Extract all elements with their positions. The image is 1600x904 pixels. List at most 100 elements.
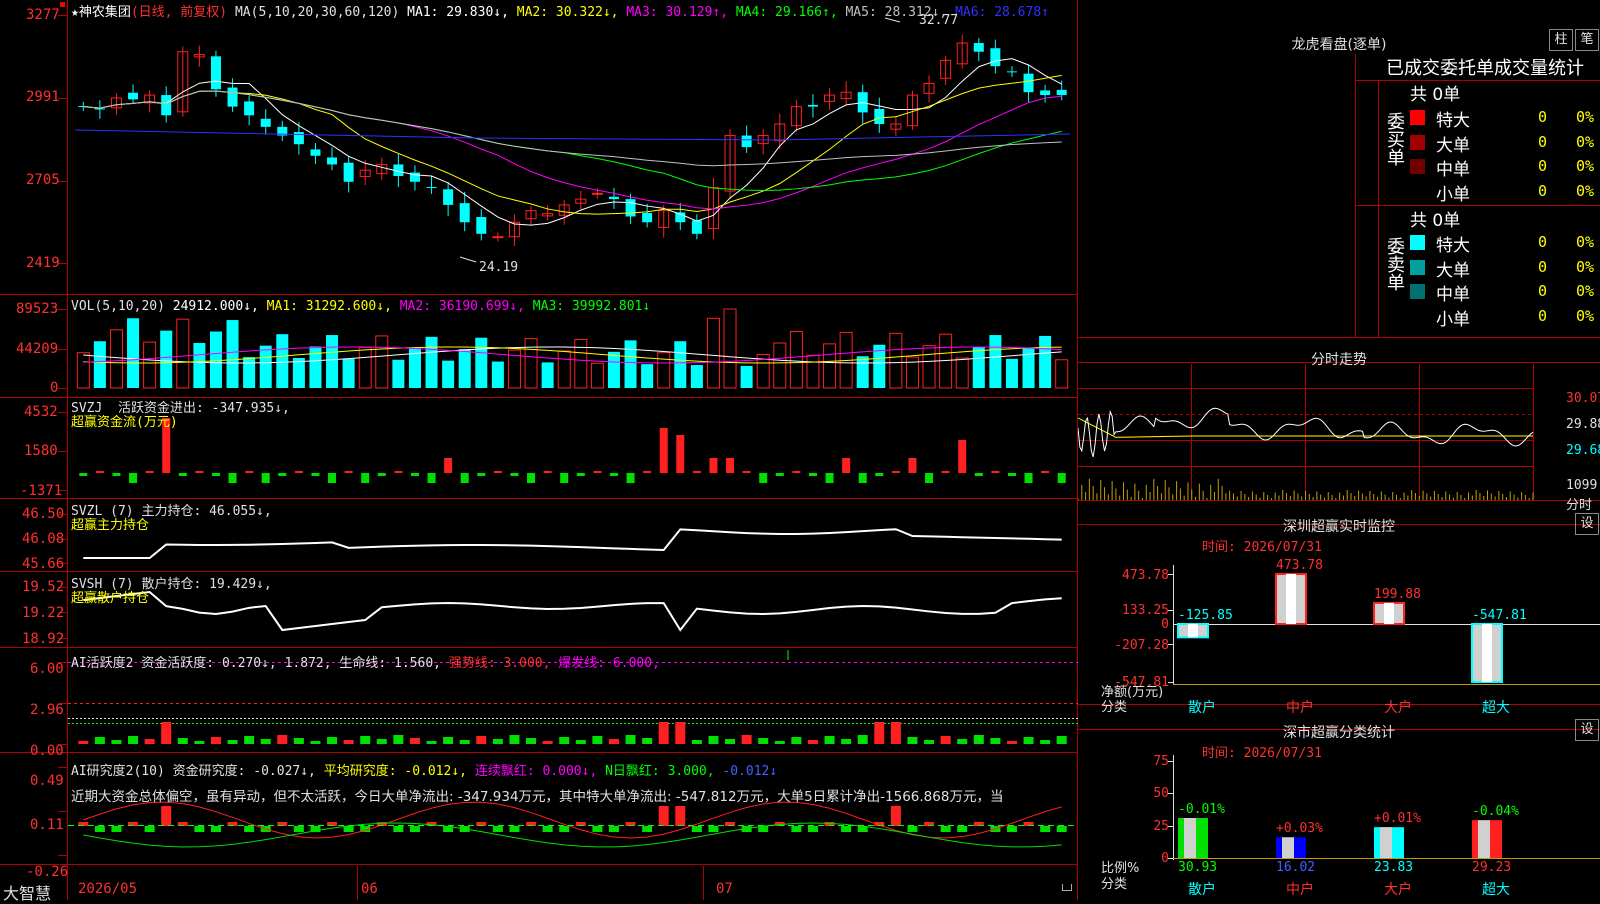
activity-bar	[940, 736, 951, 744]
activity-bar	[608, 739, 619, 744]
activity-bar	[807, 740, 818, 744]
activity-bar	[509, 735, 520, 744]
classify-bar-highlight	[1478, 820, 1490, 858]
buy-row-name: 小单	[1436, 184, 1470, 205]
volume-bar	[723, 308, 737, 389]
vol-ma1: MA1: 31292.600↓,	[266, 299, 392, 314]
flow-bar	[410, 473, 419, 476]
volume-bar	[458, 349, 471, 388]
lock-icon[interactable]	[1062, 884, 1072, 891]
volume-bar	[856, 356, 869, 388]
candle-body	[227, 87, 238, 107]
activity-bar	[575, 740, 586, 744]
monitor-bars	[1168, 565, 1600, 685]
candle-body	[293, 132, 304, 145]
research-bar	[393, 826, 404, 832]
activity-bar	[360, 736, 371, 744]
volume-bar	[143, 341, 157, 389]
ma-def: MA(5,10,20,30,60,120)	[234, 5, 400, 20]
flow-bar	[891, 471, 900, 473]
research-bar	[791, 826, 802, 832]
flow-bar	[211, 473, 220, 476]
app-logo[interactable]: 大智慧	[3, 880, 51, 904]
monitor-settings-button[interactable]: 设	[1575, 513, 1599, 535]
vol-ytick: 44209	[16, 341, 59, 357]
sell-row-count: 0	[1538, 282, 1548, 300]
ai2-comment: 近期大资金总体偏空，虽有异动，但不太活跃，今日大单净流出: -347.934万元…	[71, 789, 1004, 805]
ai1-ytick: 6.00	[30, 661, 64, 677]
classify-settings-button[interactable]: 设	[1575, 719, 1599, 741]
volume-bar	[326, 335, 339, 388]
sell-row-name: 中单	[1436, 285, 1470, 305]
candle-body	[1040, 90, 1051, 96]
buy-row-name: 特大	[1436, 111, 1470, 131]
research-bar	[841, 826, 852, 832]
activity-bar	[310, 741, 321, 744]
research-bar	[492, 826, 503, 832]
volume-bar	[491, 361, 504, 388]
volume-bar	[740, 365, 753, 388]
sell-swatch	[1410, 284, 1425, 299]
activity-bar	[128, 736, 139, 744]
research-bar	[675, 806, 686, 826]
intraday-vol-tick: 1099	[1566, 478, 1598, 493]
volume-bar	[641, 364, 654, 388]
activity-bar	[111, 740, 122, 744]
svsh-ytick: 19.22	[22, 605, 65, 621]
monitor-bar-highlight	[1384, 602, 1394, 624]
classify-ytick: 75	[1153, 754, 1169, 769]
classify-bars	[1168, 755, 1600, 860]
activity-bar	[210, 737, 221, 744]
candle-body	[625, 199, 636, 217]
volume-bar	[226, 320, 239, 388]
activity-bar	[890, 722, 901, 744]
ai2-ytick: -0.26	[26, 864, 69, 880]
ma4-value: MA4: 29.166↑,	[735, 5, 838, 20]
flow-bar	[261, 473, 270, 483]
candle-body	[426, 186, 437, 188]
classify-value-label: 23.83	[1374, 860, 1414, 875]
volume-bar	[93, 341, 106, 388]
stock-name[interactable]: ★神农集团	[71, 5, 131, 20]
column-view-button[interactable]: 柱	[1549, 29, 1573, 51]
activity-bar	[1056, 736, 1067, 744]
buy-count: 共 0单	[1410, 85, 1461, 105]
classify-category: 大户	[1384, 882, 1412, 898]
buy-row-pct: 0%	[1576, 132, 1595, 151]
flow-bar	[328, 473, 337, 483]
buy-row-pct: 0%	[1576, 157, 1595, 175]
period-label[interactable]: (日线, 前复权)	[131, 5, 227, 20]
monitor-ytick: 473.78	[1122, 568, 1169, 583]
xaxis-label: 06	[361, 881, 378, 897]
volume-bar	[1005, 358, 1018, 388]
activity-bar	[708, 736, 719, 744]
volume-bar	[955, 357, 969, 389]
flow-bar	[79, 473, 88, 476]
flow-bar	[576, 473, 585, 476]
volume-bar	[425, 336, 438, 388]
candle-body	[476, 217, 487, 234]
activity-bar	[791, 737, 802, 744]
flow-bar	[377, 473, 386, 476]
flow-bar	[228, 473, 237, 483]
activity-bar	[857, 735, 868, 744]
sell-row-pct: 0%	[1576, 306, 1595, 325]
activity-bar	[293, 738, 304, 744]
activity-bar	[675, 722, 686, 744]
research-line	[83, 801, 1062, 839]
flow-bar	[145, 471, 154, 473]
volume-bar	[243, 357, 256, 388]
tick-view-button[interactable]: 笔	[1575, 29, 1599, 51]
ai2-b: 平均研究度: -0.012↓,	[323, 764, 467, 779]
dragon-title: 龙虎看盘(逐单)	[1291, 37, 1387, 53]
main-header: ★神农集团(日线, 前复权) MA(5,10,20,30,60,120) MA1…	[71, 1, 1049, 20]
ai1-header: AI活跃度2 资金活跃度: 0.270↓, 1.872, 生命线: 1.560,…	[71, 652, 660, 671]
monitor-value-label: -125.85	[1178, 608, 1233, 623]
flow-bar	[759, 473, 768, 483]
candle-body	[1056, 89, 1067, 96]
flow-bar	[1007, 473, 1016, 476]
activity-bar	[1040, 740, 1051, 744]
buy-row-count: 0	[1538, 181, 1548, 200]
classify-category: 中户	[1286, 882, 1314, 898]
volume-bars	[76, 308, 1069, 389]
